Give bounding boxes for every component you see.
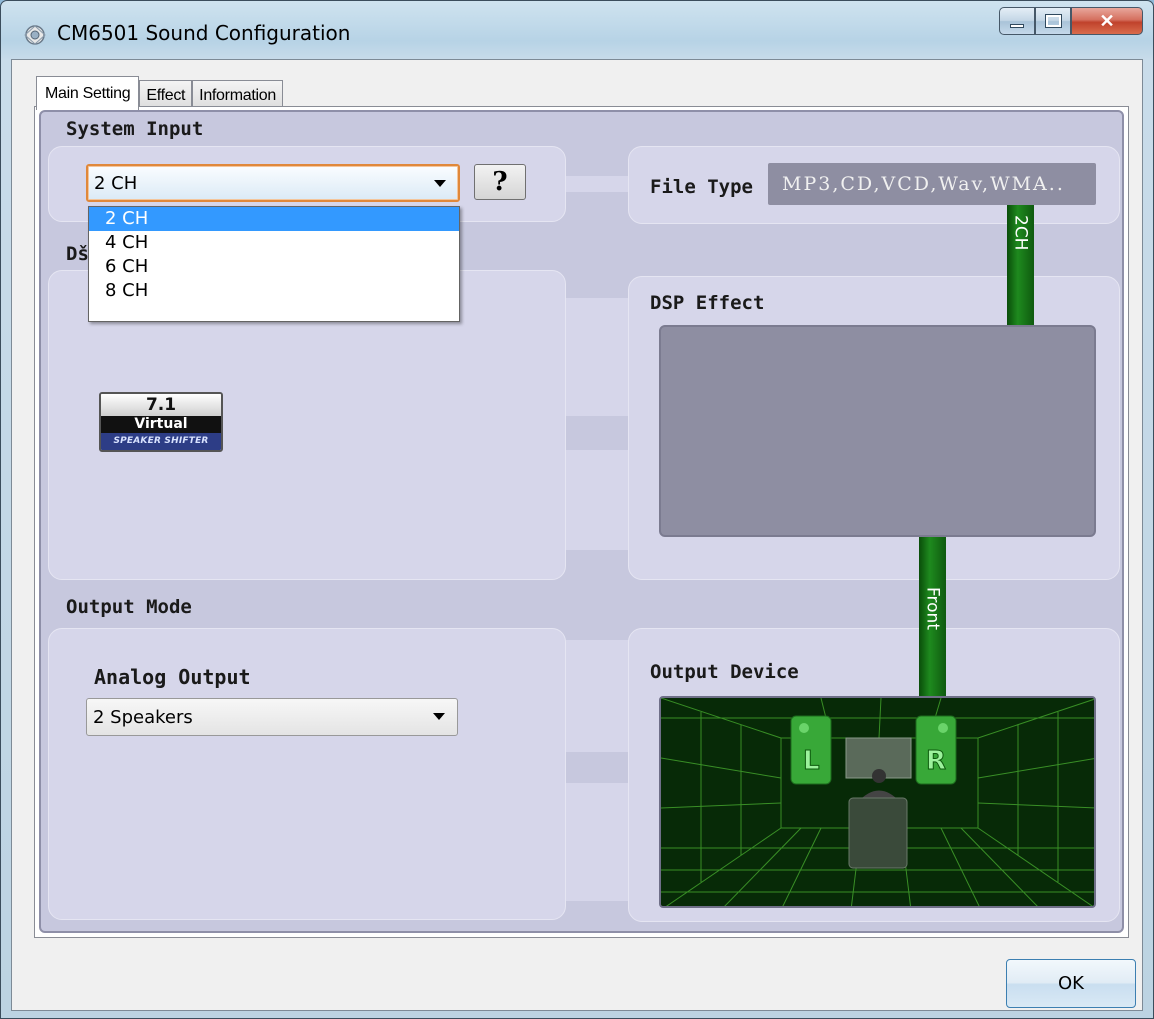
window-title: CM6501 Sound Configuration: [57, 21, 351, 45]
dsp-effect-display: [659, 325, 1096, 537]
tab-strip: Main Setting Effect Information: [36, 76, 283, 110]
channel-option[interactable]: 2 CH: [89, 207, 459, 231]
dsp-effect-label: DSP Effect: [650, 292, 765, 314]
maximize-button[interactable]: [1035, 7, 1071, 35]
badge-line1: 7.1: [101, 394, 221, 416]
virtual-speaker-shifter-logo: 7.1 Virtual SPEAKER SHIFTER: [99, 392, 223, 452]
channel-option[interactable]: 4 CH: [89, 231, 459, 255]
minimize-icon: [1010, 24, 1024, 28]
analog-output-select[interactable]: 2 Speakers: [86, 698, 458, 736]
file-type-label: File Type: [650, 176, 753, 198]
maximize-icon: [1044, 14, 1062, 28]
dsp-heading: Dš: [66, 243, 89, 265]
connector: [566, 783, 630, 901]
connector: [566, 640, 630, 752]
channel-tag-2ch: 2CH: [1007, 205, 1034, 326]
caption-buttons: ✕: [999, 7, 1143, 35]
minimize-button[interactable]: [999, 7, 1035, 35]
help-button[interactable]: ?: [474, 164, 526, 200]
analog-output-label: Analog Output: [94, 665, 251, 689]
connector: [566, 298, 630, 416]
badge-line2: Virtual: [101, 416, 221, 433]
channel-dropdown-list: 2 CH 4 CH 6 CH 8 CH: [88, 206, 460, 322]
left-speaker-label: L: [803, 746, 821, 777]
connector: [566, 450, 630, 550]
chevron-down-icon: [433, 713, 445, 720]
output-device-display: L R: [659, 696, 1096, 908]
ok-button[interactable]: OK: [1006, 959, 1136, 1008]
right-speaker-label: R: [925, 746, 947, 777]
output-mode-heading: Output Mode: [66, 596, 192, 618]
badge-line3: SPEAKER SHIFTER: [101, 433, 221, 450]
speaker-room-graphic: [661, 698, 1094, 906]
channel-select-value: 2 CH: [94, 172, 138, 194]
file-type-field: MP3,CD,VCD,Wav,WMA..: [768, 163, 1096, 205]
system-input-heading: System Input: [66, 118, 204, 140]
connector: [566, 176, 630, 192]
channel-select[interactable]: 2 CH: [86, 164, 460, 202]
close-icon: ✕: [1099, 10, 1115, 31]
channel-tag-front: Front: [919, 537, 946, 697]
tab-main-setting[interactable]: Main Setting: [36, 76, 140, 110]
app-icon: [24, 25, 46, 45]
channel-option[interactable]: 8 CH: [89, 279, 459, 303]
channel-option[interactable]: 6 CH: [89, 255, 459, 279]
chevron-down-icon: [434, 180, 446, 187]
close-button[interactable]: ✕: [1071, 7, 1143, 35]
analog-output-value: 2 Speakers: [93, 706, 193, 728]
output-device-label: Output Device: [650, 661, 799, 683]
title-bar[interactable]: CM6501 Sound Configuration ✕: [1, 1, 1153, 59]
